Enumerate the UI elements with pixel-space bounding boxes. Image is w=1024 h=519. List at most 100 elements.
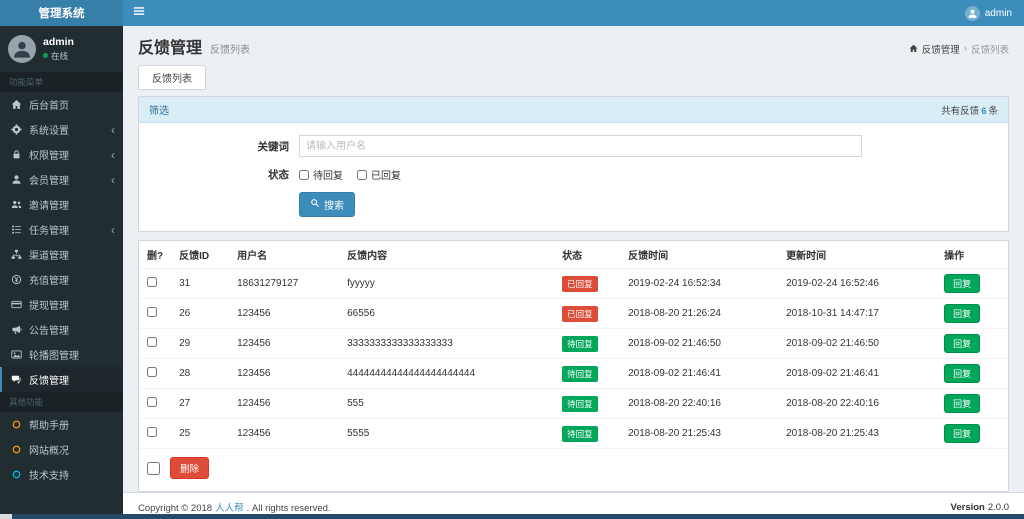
sidebar-item[interactable]: 反馈管理 xyxy=(0,367,123,392)
users-icon xyxy=(10,199,23,210)
breadcrumb-root[interactable]: 反馈管理 xyxy=(922,42,960,56)
filter-title: 筛选 xyxy=(149,106,169,117)
sidebar-item-label: 后台首页 xyxy=(29,101,69,112)
cell-username: 123456 xyxy=(229,388,340,419)
sidebar-item[interactable]: 任务管理 ‹ xyxy=(0,217,123,242)
sidebar-item[interactable]: 轮播图管理 xyxy=(0,342,123,367)
money-icon xyxy=(10,274,23,285)
delete-button[interactable]: 删除 xyxy=(170,457,210,479)
user-icon xyxy=(10,174,23,185)
cell-feedback-id: 26 xyxy=(171,298,230,329)
table-row: 25 123456 5555 待回复 2018-08-20 21:25:43 2018-0… xyxy=(139,418,1008,449)
sidebar-item[interactable]: 系统设置 ‹ xyxy=(0,117,123,142)
online-status-label: 在线 xyxy=(51,50,69,61)
chevron-left-icon: ‹ xyxy=(111,122,115,137)
status-badge: 已回复 xyxy=(562,275,598,292)
checkbox-pending[interactable]: 待回复 xyxy=(299,167,343,182)
row-checkbox[interactable] xyxy=(147,367,157,377)
sidebar-item[interactable]: 权限管理 ‹ xyxy=(0,142,123,167)
menu-section-header: 其他功能 xyxy=(0,392,123,412)
sidebar-item[interactable]: 渠道管理 xyxy=(0,242,123,267)
cell-content: 5555 xyxy=(339,418,555,449)
sidebar-item-label: 公告管理 xyxy=(29,326,69,337)
sidebar-item[interactable]: 充值管理 xyxy=(0,267,123,292)
sidebar-item[interactable]: 后台首页 xyxy=(0,92,123,117)
row-checkbox[interactable] xyxy=(147,427,157,437)
brand-link[interactable]: 人人帮 xyxy=(215,503,244,514)
cell-feedback-time: 2018-09-02 21:46:41 xyxy=(620,358,779,389)
sidebar-toggle-button[interactable] xyxy=(123,0,155,26)
sidebar-item-label: 技术支持 xyxy=(29,471,69,482)
bottom-edge-bar xyxy=(0,514,1024,519)
sidebar-item-label: 任务管理 xyxy=(29,226,69,237)
sidebar-item[interactable]: 技术支持 xyxy=(0,462,123,487)
credit-card-icon xyxy=(10,299,23,310)
reply-button[interactable]: 回复 xyxy=(944,304,981,323)
row-checkbox[interactable] xyxy=(147,307,157,317)
table-header-row: 删? 反馈ID 用户名 反馈内容 状态 反馈时间 更新时间 操作 xyxy=(139,241,1008,269)
column-header: 更新时间 xyxy=(778,241,937,269)
status-label: 状态 xyxy=(268,169,289,181)
sidebar-item[interactable]: 会员管理 ‹ xyxy=(0,167,123,192)
version-text: Version 2.0.0 xyxy=(950,501,1009,513)
cell-username: 18631279127 xyxy=(229,268,340,299)
hamburger-icon xyxy=(133,4,145,22)
reply-button[interactable]: 回复 xyxy=(944,364,981,383)
sidebar-menu-other: 帮助手册 网站概况技术支持 xyxy=(0,412,123,487)
tab-feedback-list[interactable]: 反馈列表 xyxy=(138,65,206,90)
tab-bar: 反馈列表 xyxy=(123,65,1024,90)
sidebar-user-panel: admin 在线 xyxy=(0,26,123,72)
replied-checkbox[interactable] xyxy=(357,169,367,180)
app-logo[interactable]: 管理系统 xyxy=(0,0,123,26)
feedback-count-number: 6 xyxy=(981,105,987,117)
sidebar-item[interactable]: 帮助手册 xyxy=(0,412,123,437)
online-status-dot xyxy=(43,53,48,59)
sidebar-item[interactable]: 网站概况 xyxy=(0,437,123,462)
reply-button[interactable]: 回复 xyxy=(944,394,981,413)
sidebar-item-label: 轮播图管理 xyxy=(29,351,79,362)
row-checkbox[interactable] xyxy=(147,337,157,347)
home-icon xyxy=(10,99,23,110)
content-wrapper: 反馈管理 反馈列表 反馈管理 › 反馈列表 反馈列表 筛选 共有反馈 6 条 关键词 xyxy=(123,26,1024,514)
sitemap-icon xyxy=(10,249,23,260)
checkbox-replied[interactable]: 已回复 xyxy=(357,167,401,182)
search-button[interactable]: 搜索 xyxy=(299,192,355,217)
feedback-table: 删? 反馈ID 用户名 反馈内容 状态 反馈时间 更新时间 操作 31 18631279127 f… xyxy=(139,241,1008,449)
cell-update-time: 2019-02-24 16:52:46 xyxy=(778,268,937,299)
sidebar-item-label: 权限管理 xyxy=(29,151,69,162)
search-icon xyxy=(310,198,320,211)
circle-icon xyxy=(10,419,23,430)
sidebar-item[interactable]: 邀请管理 xyxy=(0,192,123,217)
row-checkbox[interactable] xyxy=(147,277,157,287)
topbar-username: admin xyxy=(984,7,1012,19)
keyword-input[interactable] xyxy=(299,135,862,157)
pending-checkbox[interactable] xyxy=(299,169,309,180)
topbar-user-menu[interactable]: admin xyxy=(953,0,1024,26)
footer: Copyright © 2018 人人帮. All rights reserved… xyxy=(123,492,1024,514)
cell-update-time: 2018-08-20 21:25:43 xyxy=(778,418,937,449)
cell-username: 123456 xyxy=(229,358,340,389)
content-header: 反馈管理 反馈列表 反馈管理 › 反馈列表 xyxy=(123,26,1024,63)
row-checkbox[interactable] xyxy=(147,397,157,407)
cell-content: 555 xyxy=(339,388,555,419)
cell-content: fyyyyy xyxy=(339,268,555,299)
bottom-corner xyxy=(0,514,12,519)
reply-button[interactable]: 回复 xyxy=(944,274,981,293)
reply-button[interactable]: 回复 xyxy=(944,424,981,443)
sidebar-item[interactable]: 公告管理 xyxy=(0,317,123,342)
column-header: 操作 xyxy=(936,241,1008,269)
sidebar-item-label: 邀请管理 xyxy=(29,201,69,212)
table-row: 26 123456 66556 已回复 2018-08-20 21:26:24 2018-… xyxy=(139,298,1008,329)
column-header: 反馈内容 xyxy=(339,241,555,269)
sidebar-item[interactable]: 提现管理 xyxy=(0,292,123,317)
select-all-checkbox[interactable] xyxy=(147,461,160,475)
chevron-left-icon: ‹ xyxy=(111,172,115,187)
avatar xyxy=(8,35,36,63)
cell-content: 3333333333333333333 xyxy=(339,328,555,359)
column-header: 反馈ID xyxy=(171,241,230,269)
cell-content: 44444444444444444444444 xyxy=(339,358,555,389)
reply-button[interactable]: 回复 xyxy=(944,334,981,353)
cell-feedback-id: 25 xyxy=(171,418,230,449)
status-badge: 待回复 xyxy=(562,365,598,382)
cell-content: 66556 xyxy=(339,298,555,329)
